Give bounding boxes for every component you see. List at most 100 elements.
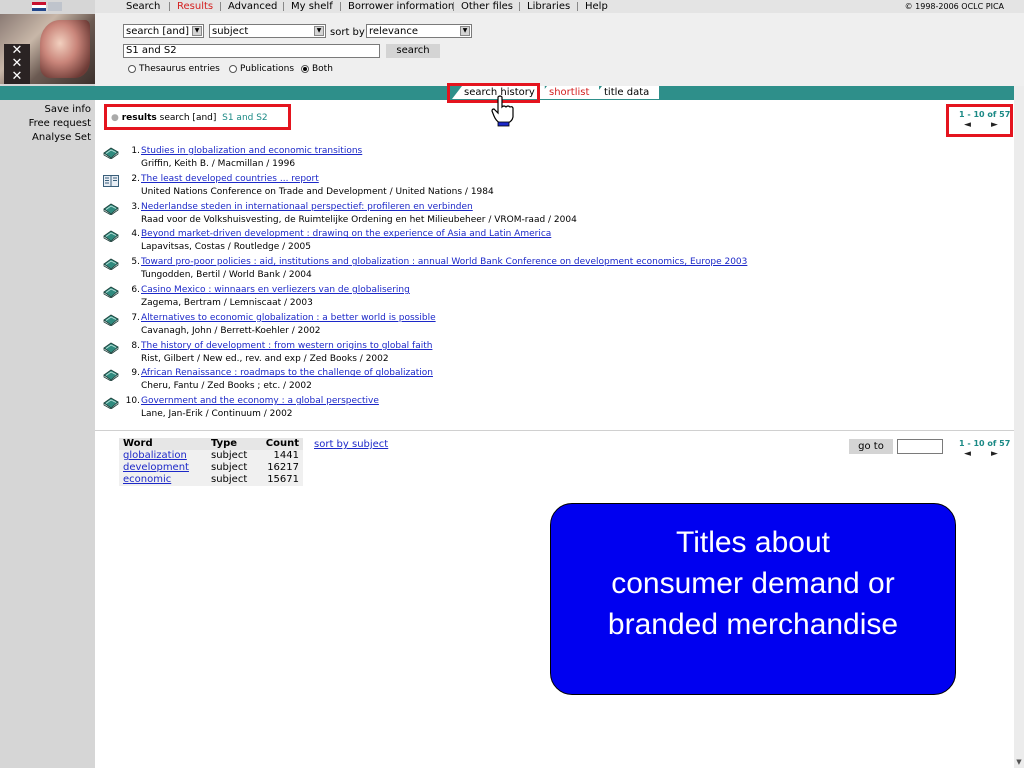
free-request-link[interactable]: Free request bbox=[29, 118, 91, 130]
col-count: Count bbox=[261, 438, 303, 450]
callout-box: Titles about consumer demand or branded … bbox=[550, 503, 956, 695]
word-count: 1441 bbox=[261, 450, 303, 462]
result-title-link[interactable]: Casino Mexico : winnaars en verliezers v… bbox=[141, 285, 410, 296]
results-query: S1 and S2 bbox=[222, 113, 268, 123]
book-icon bbox=[103, 342, 119, 354]
prev-page-icon[interactable]: ◄ bbox=[964, 449, 971, 459]
result-author: Cheru, Fantu / Zed Books ; etc. / 2002 bbox=[141, 381, 312, 392]
list-item: 3. Nederlandse steden in internationaal p… bbox=[103, 202, 1003, 230]
next-page-icon[interactable]: ► bbox=[991, 120, 998, 130]
field-select-value: subject bbox=[212, 26, 249, 37]
bullet-icon: ● bbox=[111, 113, 119, 123]
nav-other-files[interactable]: Other files bbox=[461, 0, 513, 13]
result-number: 1. bbox=[131, 146, 140, 156]
result-title-link[interactable]: Toward pro-poor policies : aid, institut… bbox=[141, 257, 747, 268]
nav-my-shelf[interactable]: My shelf bbox=[291, 0, 333, 13]
result-number: 10. bbox=[125, 396, 140, 407]
list-item: 9. African Renaissance : roadmaps to the … bbox=[103, 368, 1003, 396]
result-title-link[interactable]: The least developed countries ... report bbox=[141, 174, 319, 185]
list-item: 6. Casino Mexico : winnaars en verliezers… bbox=[103, 285, 1003, 313]
radio-thesaurus-entries[interactable] bbox=[128, 65, 136, 73]
word-count: 15671 bbox=[261, 474, 303, 486]
word-link[interactable]: economic bbox=[123, 474, 171, 485]
word-count: 16217 bbox=[261, 462, 303, 474]
result-number: 9. bbox=[131, 368, 140, 379]
dutch-flag-icon[interactable] bbox=[32, 2, 46, 11]
result-number: 6. bbox=[131, 285, 140, 295]
result-number: 2. bbox=[131, 173, 140, 184]
sort-select[interactable]: relevance ▼ bbox=[366, 24, 472, 38]
word-link[interactable]: development bbox=[123, 462, 189, 473]
library-logo: ✕ ✕ ✕ bbox=[0, 14, 95, 84]
nav-separator bbox=[577, 2, 578, 11]
serial-icon bbox=[103, 174, 119, 187]
result-title-link[interactable]: Nederlandse steden in internationaal per… bbox=[141, 202, 473, 213]
result-author: Griffin, Keith B. / Macmillan / 1996 bbox=[141, 159, 296, 169]
book-icon bbox=[103, 147, 119, 159]
nav-libraries[interactable]: Libraries bbox=[527, 0, 570, 13]
analyse-set-link[interactable]: Analyse Set bbox=[32, 132, 91, 144]
radio-thesaurus-entries-label: Thesaurus entries bbox=[139, 64, 220, 74]
word-type: subject bbox=[207, 474, 261, 486]
result-author: Tungodden, Bertil / World Bank / 2004 bbox=[141, 270, 312, 281]
result-number: 8. bbox=[131, 340, 140, 351]
result-number: 4. bbox=[131, 229, 140, 240]
chevron-down-icon: ▼ bbox=[460, 26, 470, 36]
book-icon bbox=[103, 397, 119, 410]
tab-shortlist[interactable]: shortlist bbox=[537, 86, 600, 99]
field-select[interactable]: subject ▼ bbox=[209, 24, 326, 38]
result-author: Zagema, Bertram / Lemniscaat / 2003 bbox=[141, 298, 313, 308]
english-flag-icon[interactable] bbox=[48, 2, 62, 11]
table-row: globalization subject 1441 bbox=[119, 450, 303, 462]
result-title-link[interactable]: Alternatives to economic globalization :… bbox=[141, 313, 436, 324]
result-title-link[interactable]: Beyond market-driven development : drawi… bbox=[141, 229, 551, 240]
results-header: ● results search [and] S1 and S2 bbox=[111, 113, 268, 123]
result-author: United Nations Conference on Trade and D… bbox=[141, 186, 494, 197]
nav-borrower-information[interactable]: Borrower information bbox=[348, 0, 454, 13]
radio-publications[interactable] bbox=[229, 65, 237, 73]
pager-range-bottom: 1 - 10 of 57 bbox=[959, 439, 1011, 448]
table-row: development subject 16217 bbox=[119, 462, 303, 474]
save-info-link[interactable]: Save info bbox=[45, 104, 91, 116]
result-title-link[interactable]: Studies in globalization and economic tr… bbox=[141, 146, 362, 157]
result-number: 5. bbox=[131, 257, 140, 268]
nav-search[interactable]: Search bbox=[126, 0, 160, 13]
results-operator: search [and] bbox=[159, 113, 217, 123]
list-item: 10. Government and the economy : a global… bbox=[103, 396, 1003, 424]
chevron-down-icon: ▼ bbox=[314, 26, 324, 36]
pager-highlight bbox=[946, 104, 1013, 137]
sort-select-value: relevance bbox=[369, 26, 419, 37]
copyright-text: © 1998-2006 OCLC PICA bbox=[904, 2, 1004, 11]
book-image bbox=[40, 20, 90, 78]
tab-title-data[interactable]: title data bbox=[592, 86, 660, 99]
search-input[interactable]: S1 and S2 bbox=[123, 44, 380, 58]
operator-select[interactable]: search [and] ▼ bbox=[123, 24, 204, 38]
result-author: Rist, Gilbert / New ed., rev. and exp / … bbox=[141, 353, 389, 364]
radio-both-label: Both bbox=[312, 64, 333, 74]
nav-results[interactable]: Results bbox=[177, 0, 213, 13]
word-link[interactable]: globalization bbox=[123, 450, 187, 461]
results-divider bbox=[95, 430, 1014, 431]
next-page-icon[interactable]: ► bbox=[991, 449, 998, 459]
goto-button[interactable]: go to bbox=[849, 439, 893, 454]
nav-advanced[interactable]: Advanced bbox=[228, 0, 277, 13]
goto-page-input[interactable] bbox=[897, 439, 943, 454]
sort-by-subject-link[interactable]: sort by subject bbox=[314, 439, 388, 450]
book-icon bbox=[103, 369, 119, 382]
nav-help[interactable]: Help bbox=[585, 0, 608, 13]
prev-page-icon[interactable]: ◄ bbox=[964, 120, 971, 130]
result-author: Raad voor de Volkshuisvesting, de Ruimte… bbox=[141, 214, 577, 225]
scroll-down-icon[interactable]: ▼ bbox=[1014, 756, 1024, 768]
scrollbar[interactable] bbox=[1014, 86, 1024, 768]
radio-both[interactable] bbox=[301, 65, 309, 73]
result-number: 3. bbox=[131, 201, 140, 212]
result-title-link[interactable]: Government and the economy : a global pe… bbox=[141, 396, 379, 407]
col-word: Word bbox=[119, 438, 207, 450]
search-button[interactable]: search bbox=[386, 44, 440, 58]
result-title-link[interactable]: African Renaissance : roadmaps to the ch… bbox=[141, 368, 433, 379]
result-title-link[interactable]: The history of development : from wester… bbox=[141, 341, 432, 352]
chevron-down-icon: ▼ bbox=[192, 26, 202, 36]
results-label: results bbox=[121, 113, 157, 123]
book-icon bbox=[103, 230, 119, 243]
result-author: Lapavitsas, Costas / Routledge / 2005 bbox=[141, 242, 311, 253]
